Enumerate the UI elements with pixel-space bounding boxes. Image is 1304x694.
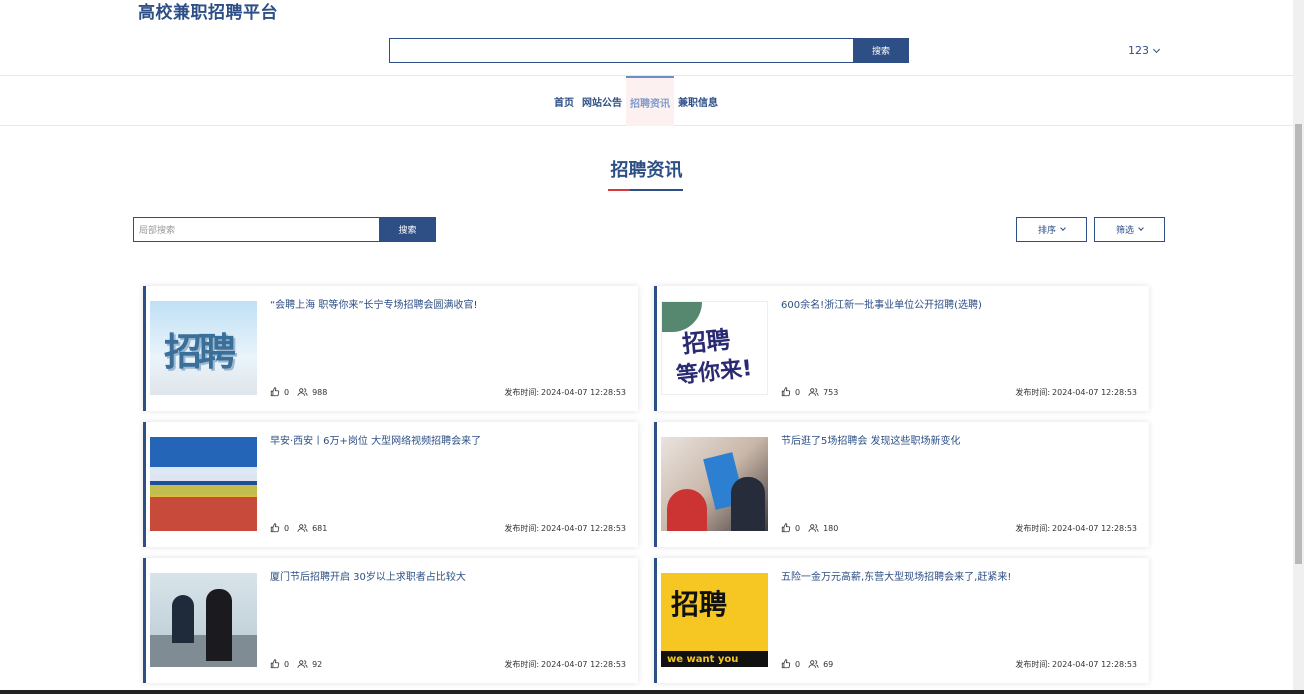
top-search-bar: 搜索 — [389, 38, 909, 63]
like-count: 0 — [795, 387, 801, 397]
scrollbar-thumb[interactable] — [1295, 124, 1302, 564]
thumbs-up-icon[interactable] — [270, 523, 280, 533]
news-card[interactable]: 招聘 we want you 五险一金万元高薪,东营大型现场招聘会来了,赶紧来!… — [654, 558, 1149, 683]
thumbnail-text: 等你来! — [675, 356, 754, 389]
news-stats: 0 69 — [781, 659, 833, 669]
top-search-button[interactable]: 搜索 — [853, 38, 909, 63]
like-count: 0 — [795, 659, 801, 669]
publish-date-value: 2024-04-07 12:28:53 — [1052, 660, 1137, 669]
user-name: 123 — [1128, 44, 1149, 57]
news-title[interactable]: 600余名!浙江新一批事业单位公开招聘(选聘) — [781, 296, 1139, 311]
news-stats: 0 180 — [781, 523, 838, 533]
news-thumbnail[interactable]: 招聘 — [150, 301, 257, 395]
nav-item-part-time[interactable]: 兼职信息 — [674, 76, 722, 126]
publish-date-label: 发布时间: — [1015, 388, 1051, 397]
thumbs-up-icon[interactable] — [781, 387, 791, 397]
thumbnail-text: 招聘 — [164, 330, 236, 374]
publish-date: 发布时间: 2024-04-07 12:28:53 — [1015, 387, 1137, 398]
window-bottom-edge — [0, 690, 1304, 694]
publish-date-label: 发布时间: — [504, 524, 540, 533]
view-count: 180 — [823, 523, 839, 533]
nav-item-home[interactable]: 首页 — [550, 76, 578, 126]
top-search-input[interactable] — [389, 38, 853, 63]
thumbs-up-icon[interactable] — [270, 387, 280, 397]
news-title[interactable]: 节后逛了5场招聘会 发现这些职场新变化 — [781, 432, 1139, 447]
news-stats: 0 681 — [270, 523, 327, 533]
local-search-button[interactable]: 搜索 — [379, 217, 436, 242]
main-nav: 首页 网站公告 招聘资讯 兼职信息 — [550, 76, 722, 126]
view-count: 69 — [823, 659, 834, 669]
news-stats: 0 988 — [270, 387, 327, 397]
news-card[interactable]: 招聘 等你来! 600余名!浙江新一批事业单位公开招聘(选聘) 0 753 发布… — [654, 286, 1149, 411]
publish-date: 发布时间: 2024-04-07 12:28:53 — [504, 659, 626, 670]
publish-date-label: 发布时间: — [1015, 524, 1051, 533]
chevron-down-icon — [1138, 225, 1144, 231]
news-card[interactable]: 招聘 “会聘上海 职等你来”长宁专场招聘会圆满收官! 0 988 发布时间: 20… — [143, 286, 638, 411]
view-count: 92 — [312, 659, 323, 669]
news-thumbnail[interactable]: 招聘 等你来! — [661, 301, 768, 395]
news-title[interactable]: 早安·西安丨6万+岗位 大型网络视频招聘会来了 — [270, 432, 628, 447]
news-thumbnail[interactable]: 招聘 we want you — [661, 573, 768, 667]
users-icon — [297, 660, 308, 668]
users-icon — [297, 388, 308, 396]
news-card[interactable]: 早安·西安丨6万+岗位 大型网络视频招聘会来了 0 681 发布时间: 2024-… — [143, 422, 638, 547]
filter-button[interactable]: 筛选 — [1094, 217, 1165, 242]
news-thumbnail[interactable] — [661, 437, 768, 531]
like-count: 0 — [284, 659, 290, 669]
filter-label: 筛选 — [1115, 226, 1134, 236]
users-icon — [808, 388, 819, 396]
publish-date-value: 2024-04-07 12:28:53 — [1052, 388, 1137, 397]
user-menu[interactable]: 123 — [1128, 44, 1161, 57]
like-count: 0 — [284, 523, 290, 533]
users-icon — [808, 524, 819, 532]
news-title[interactable]: 五险一金万元高薪,东营大型现场招聘会来了,赶紧来! — [781, 568, 1139, 583]
vertical-scrollbar[interactable] — [1293, 0, 1304, 694]
publish-date: 发布时间: 2024-04-07 12:28:53 — [1015, 659, 1137, 670]
local-search-input[interactable]: 局部搜索 — [133, 217, 379, 242]
thumbs-up-icon[interactable] — [781, 523, 791, 533]
publish-date-value: 2024-04-07 12:28:53 — [541, 660, 626, 669]
publish-date-label: 发布时间: — [1015, 660, 1051, 669]
nav-bar: 首页 网站公告 招聘资讯 兼职信息 — [0, 75, 1293, 126]
page-title: 招聘资讯 — [610, 160, 683, 181]
site-title[interactable]: 高校兼职招聘平台 — [138, 0, 278, 23]
news-title[interactable]: 厦门节后招聘开启 30岁以上求职者占比较大 — [270, 568, 628, 583]
chevron-down-icon — [1152, 45, 1161, 53]
sort-label: 排序 — [1037, 226, 1056, 236]
view-count: 988 — [312, 387, 328, 397]
like-count: 0 — [284, 387, 290, 397]
thumbs-up-icon[interactable] — [270, 659, 280, 669]
users-icon — [297, 524, 308, 532]
news-thumbnail[interactable] — [150, 437, 257, 531]
nav-item-recruitment-news[interactable]: 招聘资讯 — [626, 76, 674, 126]
news-stats: 0 92 — [270, 659, 322, 669]
chevron-down-icon — [1060, 225, 1066, 231]
publish-date-value: 2024-04-07 12:28:53 — [541, 524, 626, 533]
like-count: 0 — [795, 523, 801, 533]
publish-date-label: 发布时间: — [504, 388, 540, 397]
news-title[interactable]: “会聘上海 职等你来”长宁专场招聘会圆满收官! — [270, 296, 628, 311]
news-thumbnail[interactable] — [150, 573, 257, 667]
publish-date: 发布时间: 2024-04-07 12:28:53 — [504, 387, 626, 398]
news-card[interactable]: 节后逛了5场招聘会 发现这些职场新变化 0 180 发布时间: 2024-04-0… — [654, 422, 1149, 547]
nav-item-announcements[interactable]: 网站公告 — [578, 76, 626, 126]
publish-date-label: 发布时间: — [504, 660, 540, 669]
page: 高校兼职招聘平台 搜索 123 首页 网站公告 招聘资讯 兼职信息 招聘资讯 局… — [0, 0, 1293, 694]
publish-date: 发布时间: 2024-04-07 12:28:53 — [1015, 523, 1137, 534]
view-count: 681 — [312, 523, 328, 533]
users-icon — [808, 660, 819, 668]
thumbnail-text: we want you — [661, 651, 768, 667]
local-search-bar: 局部搜索 搜索 — [133, 217, 436, 242]
publish-date: 发布时间: 2024-04-07 12:28:53 — [504, 523, 626, 534]
news-stats: 0 753 — [781, 387, 838, 397]
news-card[interactable]: 厦门节后招聘开启 30岁以上求职者占比较大 0 92 发布时间: 2024-04-… — [143, 558, 638, 683]
publish-date-value: 2024-04-07 12:28:53 — [541, 388, 626, 397]
title-underline — [608, 189, 683, 191]
thumbs-up-icon[interactable] — [781, 659, 791, 669]
view-count: 753 — [823, 387, 839, 397]
publish-date-value: 2024-04-07 12:28:53 — [1052, 524, 1137, 533]
sort-button[interactable]: 排序 — [1016, 217, 1087, 242]
thumbnail-text: 招聘 — [671, 588, 728, 621]
